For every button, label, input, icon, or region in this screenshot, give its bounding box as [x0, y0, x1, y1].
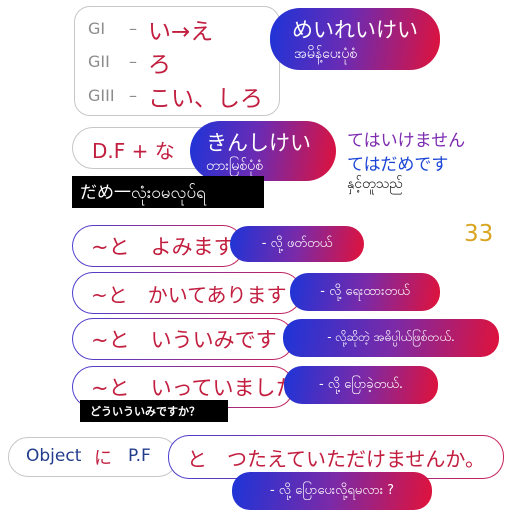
row-itteimashita-tag: - လို့ ပြောခဲ့တယ်. — [284, 366, 438, 404]
grade-2-label: GII — [88, 52, 110, 71]
douiu-box: どういういみですか？ — [80, 400, 228, 422]
row-yomimasu-tag: - လို့ ဖတ်တယ် — [230, 226, 364, 262]
row-yomimasu-jp: ~と よみます — [91, 235, 235, 259]
object-pf: P.F — [128, 446, 151, 466]
meireikei-badge: めいれいけい အမိန့်ပေးပုံစံ — [270, 8, 440, 70]
grade-2-value: ろ — [148, 52, 171, 78]
grade-2-dash: – — [129, 52, 137, 71]
row-kaitearimasu-tag: - လို့ ရေးထားတယ် — [290, 273, 440, 311]
grade-3-value: こい、しろ — [148, 86, 263, 112]
meireikei-mm: အမိန့်ပေးပုံစံ — [294, 46, 358, 62]
request-jp: と つたえていただけませんか。 — [187, 446, 485, 471]
row-yomimasu: ~と よみます — [72, 225, 244, 267]
request-mm: - လို့ ပြောပေးလို့ရမလား ? — [269, 482, 395, 498]
kinshikei-badge: きんしけい တားမြစ်ပုံစံ — [190, 121, 336, 181]
row-iuimidesu-jp: ~と いういみです — [91, 328, 277, 352]
df-na-text: D.F + な — [92, 139, 175, 163]
row-iuimidesu: ~と いういみです — [72, 318, 294, 360]
row-kaitearimasu: ~と かいてあります — [72, 272, 302, 314]
object-ni: に — [94, 448, 112, 469]
row-kaitearimasu-jp: ~と かいてあります — [91, 282, 287, 307]
request-tag: - လို့ ပြောပေးလို့ရမလား ? — [232, 472, 432, 510]
dame-text: だめ一လုံးဝမလုပ်ရ — [80, 182, 206, 203]
row-iuimidesu-tag: - လို့ဆိုတဲ့ အဓိပ္ပါယ်ဖြစ်တယ်. — [283, 319, 499, 357]
douiu-text: どういういみですか？ — [90, 405, 200, 418]
row-itteimashita-mm: - လို့ ပြောခဲ့တယ်. — [318, 376, 404, 392]
page-number: 33 — [464, 221, 494, 247]
kinshikei-jp: きんしけい — [206, 131, 311, 155]
row-yomimasu-mm: - လို့ ဖတ်တယ် — [261, 235, 333, 251]
row-kaitearimasu-mm: - လို့ ရေးထားတယ် — [320, 283, 410, 299]
grade-1-dash: – — [129, 19, 137, 38]
object-text: Object — [26, 446, 82, 466]
meireikei-jp: めいれいけい — [292, 18, 418, 42]
grade-3-label: GIII — [88, 86, 115, 105]
grade-1-value: い→え — [148, 19, 214, 45]
te-phrase-2: てはだめです — [347, 155, 449, 175]
kinshikei-mm: တားမြစ်ပုံစံ — [206, 158, 264, 174]
grade-1-label: GI — [88, 19, 106, 38]
grade-3-dash: – — [129, 86, 137, 105]
dame-box: だめ一လုံးဝမလုပ်ရ — [72, 176, 264, 208]
row-itteimashita-jp: ~と いっていました — [91, 376, 297, 400]
te-phrase-3: နှင့်တူသည် — [347, 176, 403, 192]
row-iuimidesu-mm: - လို့ဆိုတဲ့ အဓိပ္ပါယ်ဖြစ်တယ်. — [327, 330, 455, 344]
te-phrase-1: てはいけません — [347, 131, 466, 151]
